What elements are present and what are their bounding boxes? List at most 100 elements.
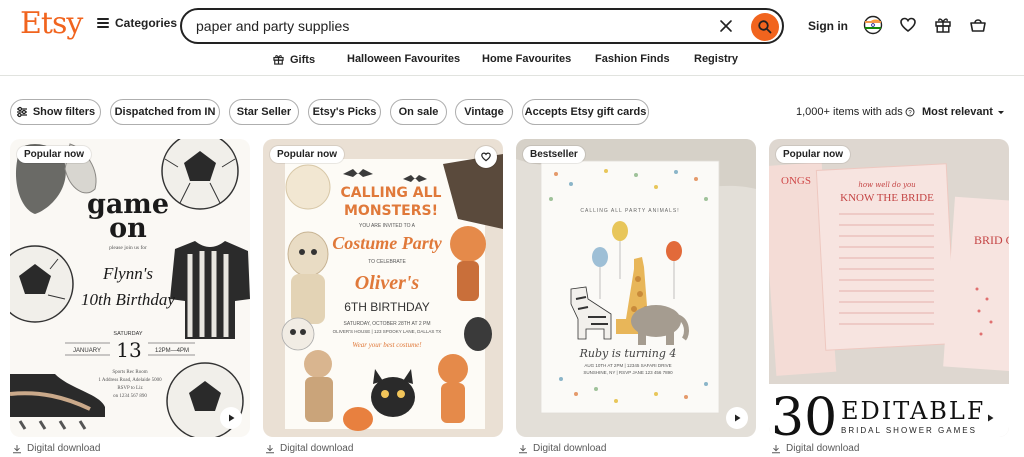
listing-card[interactable]: CALLING ALL PARTY ANIMALS! Ruby is turni… [516, 139, 756, 437]
search-button[interactable] [751, 13, 779, 41]
sort-dropdown[interactable]: Most relevant [922, 106, 1005, 118]
invite-name: Oliver's [355, 272, 420, 294]
invite-party: Costume Party [332, 233, 443, 253]
digital-download-text: Digital download [27, 443, 101, 454]
invite-rsvp1: RSVP to Liz [117, 386, 143, 391]
result-count: 1,000+ items with ads ? [796, 106, 915, 118]
chip-star-seller[interactable]: Star Seller [229, 99, 299, 125]
listing-image: ONGS how well do you KNOW THE BRIDE BRID… [769, 139, 1009, 437]
help-icon[interactable]: ? [905, 107, 915, 117]
invite-details2: SUNSHINE, NY | RSVP JANE 123 456 7890 [583, 370, 673, 375]
play-video-button[interactable] [979, 407, 1001, 429]
invite-event: 10th Birthday [81, 290, 175, 309]
sign-in-link[interactable]: Sign in [808, 19, 848, 33]
listing-badge: Popular now [776, 146, 850, 163]
chip-on-sale[interactable]: On sale [390, 99, 447, 125]
invite-top-line: CALLING ALL PARTY ANIMALS! [580, 208, 679, 214]
chip-etsys-picks[interactable]: Etsy's Picks [308, 99, 381, 125]
favorite-button[interactable] [475, 146, 497, 168]
download-icon [772, 444, 780, 453]
chip-dispatched-from-in[interactable]: Dispatched from IN [110, 99, 220, 125]
invite-name: Ruby is turning 4 [579, 347, 677, 360]
listing-badge: Popular now [17, 146, 91, 163]
invite-when: SATURDAY, OCTOBER 28TH AT 2 PM [344, 321, 431, 327]
filter-sliders-icon [16, 106, 27, 118]
nav-gifts-label: Gifts [290, 53, 316, 66]
digital-download-text: Digital download [786, 443, 860, 454]
invite-wear: Wear your best costume! [352, 341, 422, 349]
play-icon [229, 414, 235, 422]
sort-label: Most relevant [922, 106, 993, 118]
sheet-title2: KNOW THE BRIDE [840, 192, 934, 204]
nav-registry[interactable]: Registry [694, 53, 738, 65]
gift-icon [273, 55, 284, 65]
invite-title-line2: on [109, 213, 147, 244]
digital-download-label: Digital download [518, 443, 606, 454]
sheet-left-title: ONGS [781, 175, 811, 187]
invite-where: OLIVER'S HOUSE | 123 SPOOKY LANE, DALLAS… [333, 329, 442, 334]
play-icon [988, 414, 994, 422]
listing-badge: Bestseller [523, 146, 585, 163]
invite-rsvp2: on 1234 567 890 [113, 394, 147, 399]
listing-card[interactable]: ONGS how well do you KNOW THE BRIDE BRID… [769, 139, 1009, 437]
category-nav: Gifts Halloween Favourites Home Favourit… [0, 50, 1024, 76]
nav-halloween-favourites[interactable]: Halloween Favourites [347, 53, 460, 65]
search-icon [758, 20, 772, 34]
listing-image: game on please join us for Flynn's 10th … [10, 139, 250, 437]
invite-subtitle: YOU ARE INVITED TO A [359, 223, 416, 229]
nav-fashion-finds[interactable]: Fashion Finds [595, 53, 670, 65]
listing-card[interactable]: CALLING ALL MONSTERS! YOU ARE INVITED TO… [263, 139, 503, 437]
chip-accepts-etsy-gift-cards[interactable]: Accepts Etsy gift cards [522, 99, 649, 125]
banner-caption: BRIDAL SHOWER GAMES [841, 426, 977, 435]
heart-icon[interactable] [898, 15, 918, 35]
sheet-right-title: BRID GRO [974, 233, 1009, 247]
download-icon [266, 444, 274, 453]
invite-address1: Sports Rec Room [112, 370, 147, 375]
nav-gifts[interactable]: Gifts [272, 53, 315, 66]
digital-download-label: Digital download [265, 443, 353, 454]
digital-download-text: Digital download [533, 443, 607, 454]
invite-event: 6TH BIRTHDAY [344, 300, 430, 314]
download-icon [13, 444, 21, 453]
digital-download-label: Digital download [771, 443, 859, 454]
invite-details1: AUG 10TH AT 2PM | 12345 SAFARI DRIVE [584, 363, 671, 368]
invite-day: SATURDAY [113, 331, 142, 337]
basket-icon[interactable] [968, 15, 988, 35]
download-icon [519, 444, 527, 453]
hamburger-icon [97, 18, 109, 28]
search-bar [180, 8, 784, 44]
digital-download-label: Digital download [12, 443, 100, 454]
invite-celebrate: TO CELEBRATE [368, 259, 406, 265]
chevron-down-icon [998, 110, 1004, 115]
sheet-title1: how well do you [858, 181, 916, 189]
banner-word: EDITABLE [841, 397, 986, 425]
invite-month: JANUARY [73, 348, 101, 354]
categories-button[interactable]: Categories [97, 16, 177, 30]
listing-badge: Popular now [270, 146, 344, 163]
nav-home-favourites[interactable]: Home Favourites [482, 53, 571, 65]
play-video-button[interactable] [726, 407, 748, 429]
invite-time: 12PM—4PM [155, 348, 189, 354]
show-filters-button[interactable]: Show filters [10, 99, 101, 125]
invite-subtitle: please join us for [109, 244, 147, 251]
play-video-button[interactable] [220, 407, 242, 429]
heart-icon [481, 152, 491, 162]
chip-vintage[interactable]: Vintage [455, 99, 513, 125]
clear-search-icon[interactable] [716, 16, 736, 36]
etsy-logo[interactable]: Etsy [20, 6, 83, 41]
header: Etsy Categories Sign in [0, 0, 1024, 50]
search-input[interactable] [196, 18, 696, 34]
invite-title-line2: MONSTERS! [344, 203, 438, 219]
invite-address2: 1 Address Road, Adelaide 5000 [98, 378, 162, 383]
result-count-label: 1,000+ items with ads [796, 106, 903, 118]
listing-card[interactable]: game on please join us for Flynn's 10th … [10, 139, 250, 437]
invite-date: 13 [116, 338, 141, 362]
categories-label: Categories [115, 16, 178, 30]
india-flag-icon[interactable] [863, 15, 883, 35]
show-filters-label: Show filters [32, 106, 96, 118]
digital-download-text: Digital download [280, 443, 354, 454]
gift-icon[interactable] [933, 15, 953, 35]
listing-image: CALLING ALL PARTY ANIMALS! Ruby is turni… [516, 139, 756, 437]
invite-title-line1: CALLING ALL [341, 185, 442, 201]
banner-number: 30 [771, 388, 837, 437]
